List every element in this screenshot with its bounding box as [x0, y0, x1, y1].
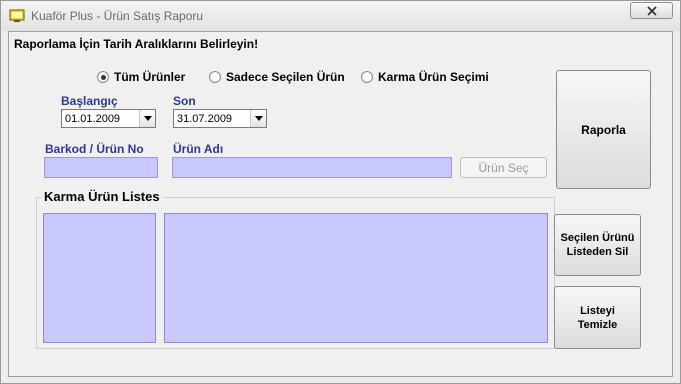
start-date-picker[interactable]: 01.01.2009: [61, 109, 156, 128]
start-date-label: Başlangıç: [61, 94, 118, 108]
radio-selected-product[interactable]: Sadece Seçilen Ürün: [209, 70, 345, 84]
radio-all-products[interactable]: Tüm Ürünler: [97, 70, 185, 84]
radio-indicator: [97, 71, 109, 83]
remove-selected-line2: Listeden Sil: [566, 246, 629, 258]
radio-label: Karma Ürün Seçimi: [378, 70, 489, 84]
radio-indicator: [361, 71, 373, 83]
product-name-field[interactable]: [172, 157, 452, 178]
instruction-label: Raporlama İçin Tarih Aralıklarını Belirl…: [14, 37, 259, 51]
app-icon: [9, 9, 25, 22]
report-window: Kuaför Plus - Ürün Satış Raporu Raporlam…: [0, 0, 681, 384]
dropdown-arrow-icon[interactable]: [139, 110, 155, 127]
window-title: Kuaför Plus - Ürün Satış Raporu: [31, 9, 204, 23]
mixed-list-codes[interactable]: [43, 213, 156, 343]
radio-label: Sadece Seçilen Ürün: [226, 70, 345, 84]
select-product-button[interactable]: Ürün Seç: [460, 157, 547, 178]
clear-list-button[interactable]: Listeyi Temizle: [554, 286, 641, 349]
clear-list-line1: Listeyi: [580, 304, 615, 317]
end-date-value: 31.07.2009: [177, 112, 233, 125]
remove-selected-line1: Seçilen Ürünü: [560, 232, 635, 244]
close-icon: [646, 5, 657, 16]
dropdown-arrow-icon[interactable]: [250, 110, 266, 127]
mixed-list-names[interactable]: [164, 213, 548, 343]
end-date-label: Son: [173, 94, 196, 108]
end-date-picker[interactable]: 31.07.2009: [173, 109, 267, 128]
mixed-list-title: Karma Ürün Listes: [41, 189, 163, 204]
clear-list-line2: Temizle: [577, 318, 618, 331]
barcode-label: Barkod / Ürün No: [45, 142, 144, 156]
radio-mixed-selection[interactable]: Karma Ürün Seçimi: [361, 70, 489, 84]
title-bar[interactable]: Kuaför Plus - Ürün Satış Raporu: [1, 1, 680, 31]
radio-label: Tüm Ürünler: [114, 70, 186, 84]
barcode-field[interactable]: [44, 157, 158, 178]
start-date-value: 01.01.2009: [65, 112, 121, 125]
product-name-label: Ürün Adı: [173, 142, 224, 156]
remove-selected-button[interactable]: Seçilen Ürünü Listeden Sil: [554, 214, 641, 276]
report-button[interactable]: Raporla: [556, 70, 651, 189]
close-button[interactable]: [630, 2, 673, 19]
radio-indicator: [209, 71, 221, 83]
